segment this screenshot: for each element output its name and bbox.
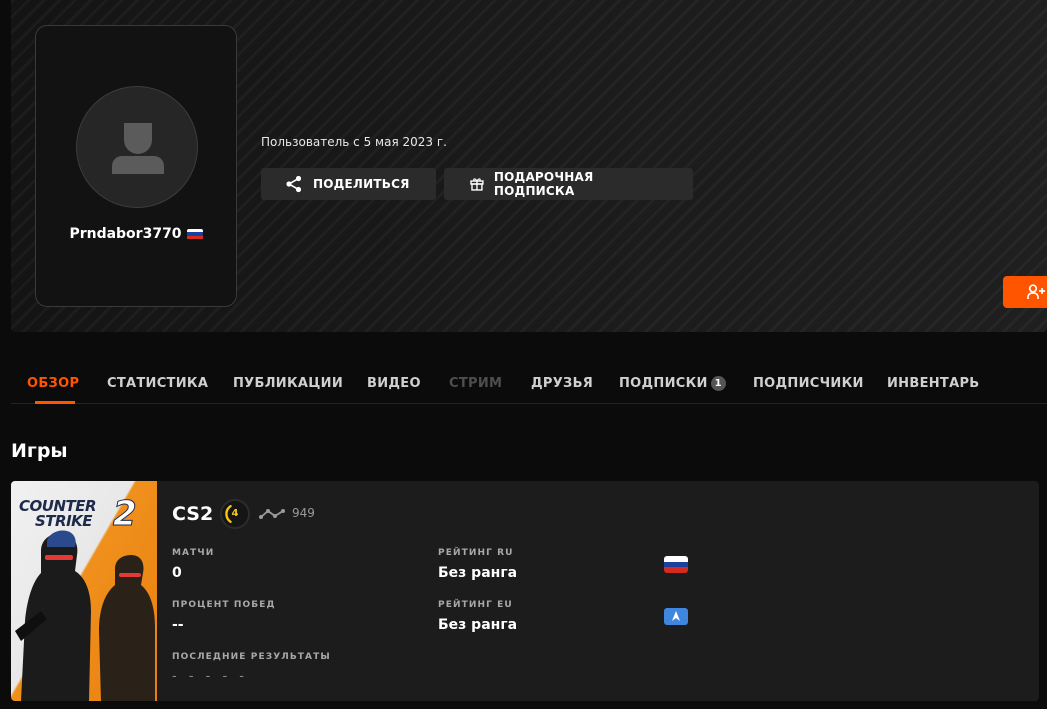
tab-statistics[interactable]: СТАТИСТИКА [107,376,208,391]
recent-results-value: - - - - - [172,669,248,684]
subscriptions-count-badge: 1 [710,376,726,391]
russia-flag-icon [186,228,203,240]
skill-level-value: 4 [231,508,239,519]
tab-subscribers[interactable]: ПОДПИСЧИКИ [753,376,864,391]
gift-subscription-button[interactable]: ПОДАРОЧНАЯ ПОДПИСКА [444,168,693,200]
winrate-label: ПРОЦЕНТ ПОБЕД [172,600,276,610]
russia-region-flag-icon [664,556,688,573]
tab-video[interactable]: ВИДЕО [367,376,421,391]
europe-region-flag-icon [664,608,688,625]
tab-stream: СТРИМ [449,376,503,391]
game-name: CS2 [172,503,214,525]
profile-page: Prndabor3770 Пользователь с 5 мая 2023 г… [0,0,1047,709]
tab-inventory[interactable]: ИНВЕНТАРЬ [887,376,980,391]
game-logo: COUNTER STRIKE 2 [19,497,137,532]
share-button[interactable]: ПОДЕЛИТЬСЯ [261,168,436,200]
tab-subscriptions[interactable]: ПОДПИСКИ 1 [619,376,726,391]
matches-label: МАТЧИ [172,548,215,558]
games-section-title: Игры [11,440,68,462]
winrate-value: -- [172,617,184,633]
share-button-label: ПОДЕЛИТЬСЯ [313,177,410,191]
add-user-icon [1027,284,1045,299]
rating-ru-value: Без ранга [438,565,518,581]
tab-subscriptions-label: ПОДПИСКИ [619,376,708,391]
matches-value: 0 [172,565,182,581]
username: Prndabor3770 [36,226,236,242]
eu-region-symbol-icon [672,611,680,621]
gift-button-label: ПОДАРОЧНАЯ ПОДПИСКА [493,170,594,198]
game-logo-line2: STRIKE [35,512,93,530]
active-tab-indicator [35,401,75,404]
tab-overview[interactable]: ОБЗОР [27,376,79,391]
rating-eu-value: Без ранга [438,617,518,633]
profile-banner: Prndabor3770 Пользователь с 5 мая 2023 г… [11,0,1047,332]
tab-publications[interactable]: ПУБЛИКАЦИИ [233,376,343,391]
avatar[interactable] [76,86,198,208]
profile-tabs: ОБЗОР СТАТИСТИКА ПУБЛИКАЦИИ ВИДЕО СТРИМ … [11,366,1047,404]
game-cover-image: COUNTER STRIKE 2 [11,481,157,701]
recent-results-label: ПОСЛЕДНИЕ РЕЗУЛЬТАТЫ [172,652,331,662]
add-friend-button[interactable] [1003,276,1047,308]
tab-friends[interactable]: ДРУЗЬЯ [531,376,593,391]
profile-card: Prndabor3770 [35,25,237,307]
game-logo-number: 2 [112,494,137,534]
default-user-icon [112,123,164,174]
elo-trend-icon [259,509,285,519]
skill-level-badge: 4 [220,499,250,529]
rating-eu-label: РЕЙТИНГ EU [438,600,513,610]
share-icon [286,175,302,193]
game-card-cs2[interactable]: COUNTER STRIKE 2 CS2 4 949 МАТЧИ 0 ПРОЦЕ… [11,481,1039,701]
rating-ru-label: РЕЙТИНГ RU [438,548,514,558]
username-text: Prndabor3770 [69,226,182,242]
elo-value: 949 [292,506,315,520]
member-since-text: Пользователь с 5 мая 2023 г. [261,135,447,149]
gift-icon [470,178,484,191]
